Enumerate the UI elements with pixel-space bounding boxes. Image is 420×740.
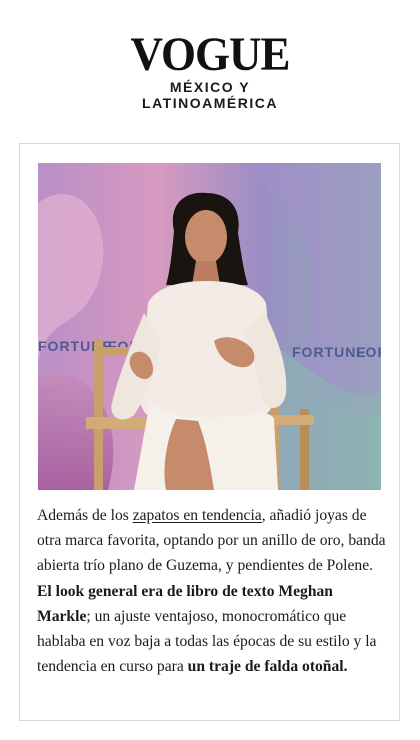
trending-shoes-link[interactable]: zapatos en tendencia [133, 507, 262, 524]
article-photo: FORTUNE FORT FORTUNE FORT [38, 163, 381, 490]
text-run: Además de los [37, 507, 133, 524]
article-paragraph: Además de los zapatos en tendencia, añad… [37, 503, 387, 679]
edition-line-2: LATINOAMÉRICA [142, 95, 278, 111]
vogue-logo[interactable]: VOGUE [0, 29, 420, 79]
edition-line-1: MÉXICO Y [169, 79, 251, 95]
backdrop-text: FORT [356, 344, 381, 360]
site-masthead: VOGUE MÉXICO Y LATINOAMÉRICA [0, 0, 420, 118]
bold-phrase: un traje de falda otoñal. [187, 658, 348, 676]
edition-label: MÉXICO Y LATINOAMÉRICA [0, 79, 420, 111]
